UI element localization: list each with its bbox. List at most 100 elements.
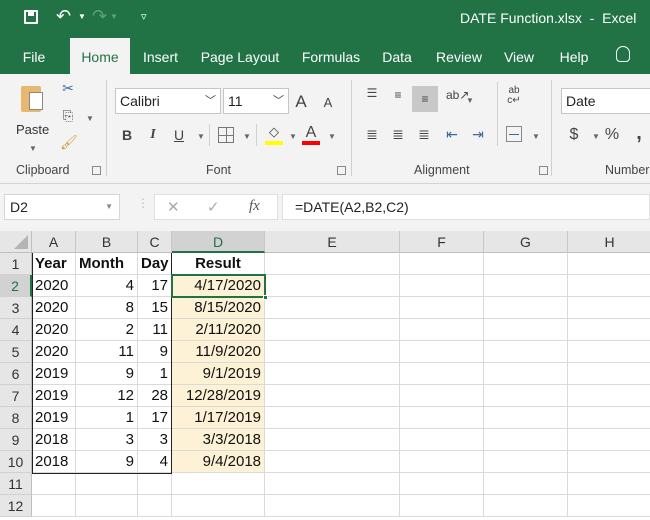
cell-c2[interactable]: 17 (138, 275, 172, 297)
tab-home[interactable]: Home (70, 38, 130, 74)
row-header-2[interactable]: 2 (0, 275, 32, 297)
save-icon[interactable] (24, 10, 38, 24)
undo-dropdown-icon[interactable]: ▼ (78, 12, 86, 21)
row-header-11[interactable]: 11 (0, 473, 32, 495)
cell-d1[interactable]: Result (172, 253, 265, 275)
underline-button[interactable]: U (172, 127, 186, 143)
cell-b9[interactable]: 3 (76, 429, 138, 451)
cell-c9[interactable]: 3 (138, 429, 172, 451)
align-center-icon[interactable]: ≣ (390, 126, 406, 143)
comma-icon[interactable]: , (634, 122, 644, 145)
orientation-icon[interactable]: ab↗ (446, 88, 469, 102)
cell-c5[interactable]: 9 (138, 341, 172, 363)
clipboard-launcher-icon[interactable] (92, 166, 101, 175)
cell-e10[interactable] (265, 451, 400, 473)
cell-c1[interactable]: Day (138, 253, 172, 275)
cell-f3[interactable] (400, 297, 484, 319)
cell-a10[interactable]: 2018 (32, 451, 76, 473)
formula-bar-grip-icon[interactable]: ⋮ (137, 196, 149, 210)
cell-d7[interactable]: 12/28/2019 (172, 385, 265, 407)
cell-f2[interactable] (400, 275, 484, 297)
cell-e6[interactable] (265, 363, 400, 385)
cell-a2[interactable]: 2020 (32, 275, 76, 297)
cell-h10[interactable] (568, 451, 650, 473)
cell-f12[interactable] (400, 495, 484, 517)
cell-e12[interactable] (265, 495, 400, 517)
cell-d8[interactable]: 1/17/2019 (172, 407, 265, 429)
row-header-6[interactable]: 6 (0, 363, 32, 385)
cell-d12[interactable] (172, 495, 265, 517)
cell-b10[interactable]: 9 (76, 451, 138, 473)
cell-d2[interactable]: 4/17/2020 (172, 275, 265, 297)
column-header-g[interactable]: G (484, 231, 568, 253)
increase-indent-icon[interactable]: ⇥ (470, 126, 486, 143)
cell-d6[interactable]: 9/1/2019 (172, 363, 265, 385)
cell-g6[interactable] (484, 363, 568, 385)
paste-button[interactable]: Paste ▼ (12, 82, 54, 162)
cell-b12[interactable] (76, 495, 138, 517)
column-header-f[interactable]: F (400, 231, 484, 253)
cell-a1[interactable]: Year (32, 253, 76, 275)
cell-b7[interactable]: 12 (76, 385, 138, 407)
merge-dropdown-icon[interactable]: ▼ (532, 132, 540, 141)
cell-h8[interactable] (568, 407, 650, 429)
cell-c8[interactable]: 17 (138, 407, 172, 429)
enter-icon[interactable]: ✓ (207, 198, 220, 216)
cell-d5[interactable]: 11/9/2020 (172, 341, 265, 363)
cell-e1[interactable] (265, 253, 400, 275)
cell-f5[interactable] (400, 341, 484, 363)
cell-c3[interactable]: 15 (138, 297, 172, 319)
font-size-select[interactable]: 11 ﹀ (223, 88, 289, 114)
cell-e11[interactable] (265, 473, 400, 495)
cell-e3[interactable] (265, 297, 400, 319)
insert-function-icon[interactable]: fx (249, 198, 260, 215)
cell-h1[interactable] (568, 253, 650, 275)
decrease-indent-icon[interactable]: ⇤ (444, 126, 460, 143)
tab-review[interactable]: Review (432, 38, 486, 74)
fill-color-icon[interactable]: ◇ (265, 124, 283, 140)
cell-c11[interactable] (138, 473, 172, 495)
cell-f8[interactable] (400, 407, 484, 429)
cell-a12[interactable] (32, 495, 76, 517)
paste-dropdown-icon[interactable]: ▼ (29, 144, 37, 153)
cell-d4[interactable]: 2/11/2020 (172, 319, 265, 341)
cell-g4[interactable] (484, 319, 568, 341)
fill-color-dropdown-icon[interactable]: ▼ (289, 132, 297, 141)
lightbulb-icon[interactable] (616, 46, 630, 62)
cell-g1[interactable] (484, 253, 568, 275)
cell-e9[interactable] (265, 429, 400, 451)
tab-formulas[interactable]: Formulas (298, 38, 364, 74)
currency-dropdown-icon[interactable]: ▼ (592, 132, 600, 141)
column-header-e[interactable]: E (265, 231, 400, 253)
cell-g5[interactable] (484, 341, 568, 363)
cell-f1[interactable] (400, 253, 484, 275)
font-name-select[interactable]: Calibri ﹀ (115, 88, 221, 114)
copy-icon[interactable]: ⎘ (60, 108, 76, 124)
copy-dropdown-icon[interactable]: ▼ (86, 114, 94, 123)
cell-h9[interactable] (568, 429, 650, 451)
cell-g7[interactable] (484, 385, 568, 407)
cell-b5[interactable]: 11 (76, 341, 138, 363)
cell-a8[interactable]: 2019 (32, 407, 76, 429)
tab-view[interactable]: View (500, 38, 538, 74)
top-align-icon[interactable]: ☰ (364, 86, 380, 100)
tab-page-layout[interactable]: Page Layout (198, 38, 282, 74)
fill-handle[interactable] (263, 295, 268, 300)
cell-a5[interactable]: 2020 (32, 341, 76, 363)
tab-help[interactable]: Help (554, 38, 594, 74)
row-header-10[interactable]: 10 (0, 451, 32, 473)
cell-h7[interactable] (568, 385, 650, 407)
cell-e2[interactable] (265, 275, 400, 297)
cell-h11[interactable] (568, 473, 650, 495)
font-launcher-icon[interactable] (337, 166, 346, 175)
cell-e5[interactable] (265, 341, 400, 363)
cell-f9[interactable] (400, 429, 484, 451)
cell-d10[interactable]: 9/4/2018 (172, 451, 265, 473)
row-header-4[interactable]: 4 (0, 319, 32, 341)
number-format-select[interactable]: Date (561, 88, 650, 114)
row-header-1[interactable]: 1 (0, 253, 32, 275)
cell-c7[interactable]: 28 (138, 385, 172, 407)
name-box[interactable]: D2 ▼ (4, 194, 120, 220)
cell-a9[interactable]: 2018 (32, 429, 76, 451)
cell-b8[interactable]: 1 (76, 407, 138, 429)
